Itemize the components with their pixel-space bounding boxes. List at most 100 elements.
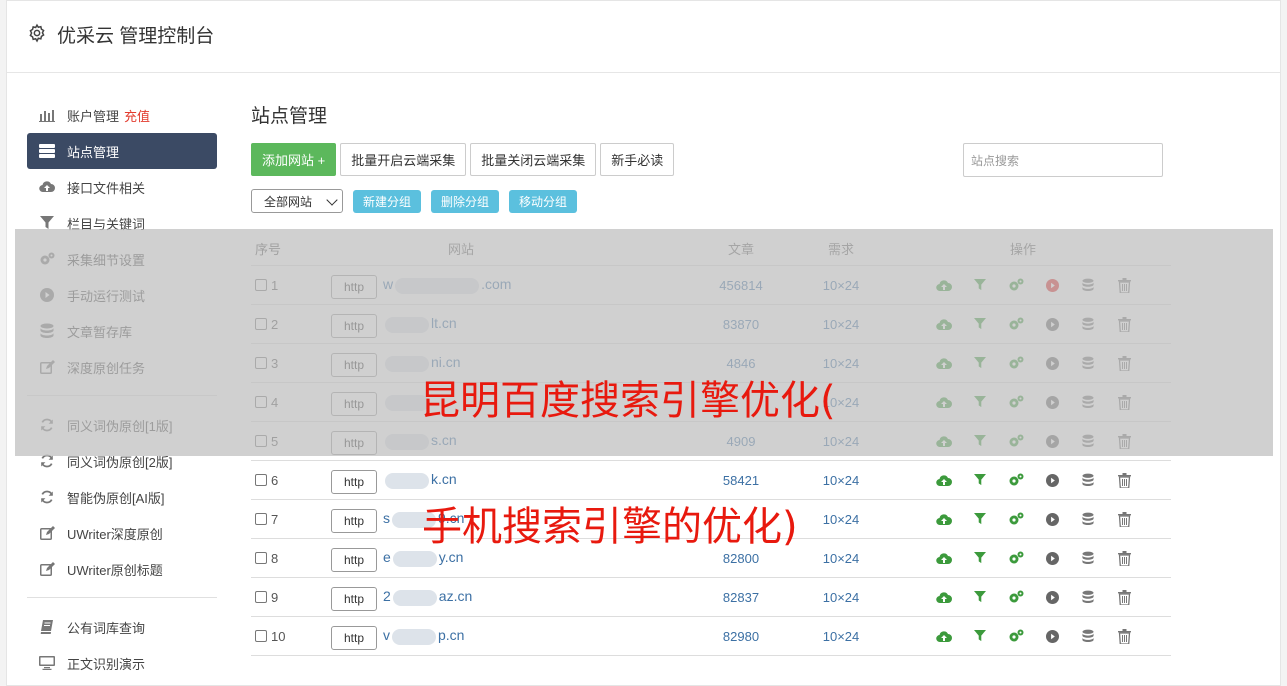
filter-icon[interactable] — [969, 625, 991, 647]
batch-enable-button[interactable]: 批量开启云端采集 — [340, 143, 467, 176]
row-actions — [891, 469, 1171, 491]
cloud-upload-icon[interactable] — [933, 625, 955, 647]
cogs-icon[interactable] — [1005, 469, 1027, 491]
row-index: 9 — [271, 589, 279, 605]
row-checkbox[interactable] — [255, 474, 267, 486]
row-actions — [891, 586, 1171, 608]
trash-icon[interactable] — [1113, 547, 1135, 569]
new-group-button[interactable]: 新建分组 — [353, 189, 422, 213]
delete-group-button[interactable]: 删除分组 — [431, 189, 500, 213]
filter-icon[interactable] — [969, 508, 991, 530]
site-domain-link[interactable]: k.cn — [383, 471, 457, 489]
play-circle-icon[interactable] — [1041, 625, 1063, 647]
row-checkbox[interactable] — [255, 591, 267, 603]
overlay-headline-2: 手机搜索引擎的优化) — [422, 504, 798, 550]
trash-icon[interactable] — [1113, 469, 1135, 491]
article-count[interactable]: 82800 — [691, 551, 791, 566]
sidebar-item[interactable]: 账户管理 充值 — [27, 97, 217, 133]
group-select[interactable]: 全部网站 — [251, 189, 343, 213]
domain-prefix: v — [383, 627, 390, 644]
edit-icon — [39, 561, 55, 577]
site-domain-link[interactable]: v p.cn — [383, 627, 464, 645]
demand-value[interactable]: 10×24 — [791, 551, 891, 566]
article-count[interactable]: 58421 — [691, 473, 791, 488]
redacted-domain — [392, 550, 437, 567]
demand-value[interactable]: 10×24 — [791, 473, 891, 488]
edit-icon — [39, 525, 55, 541]
sidebar-item[interactable]: 公有词库查询 — [27, 609, 217, 645]
site-search-input[interactable]: 站点搜索 — [963, 143, 1163, 177]
trash-icon[interactable] — [1113, 508, 1135, 530]
demand-value[interactable]: 10×24 — [791, 590, 891, 605]
protocol-badge: http — [331, 470, 377, 494]
row-index-cell: 9 — [251, 590, 331, 605]
protocol-badge: http — [331, 626, 377, 650]
server-icon — [39, 143, 55, 159]
site-domain-link[interactable]: 2 az.cn — [383, 588, 473, 606]
guide-button[interactable]: 新手必读 — [600, 143, 675, 176]
row-index-cell: 8 — [251, 551, 331, 566]
sidebar-item-label: 智能伪原创[AI版] — [67, 490, 165, 506]
domain-suffix: az.cn — [438, 588, 473, 605]
filter-icon[interactable] — [969, 547, 991, 569]
recharge-link[interactable]: 充值 — [124, 106, 150, 125]
redacted-domain — [385, 472, 429, 489]
sidebar-item[interactable]: UWriter原创标题 — [27, 551, 217, 587]
cloud-upload-icon[interactable] — [933, 586, 955, 608]
cogs-icon[interactable] — [1005, 586, 1027, 608]
row-checkbox[interactable] — [255, 630, 267, 642]
sidebar-item-label: 正文识别演示 — [67, 656, 146, 672]
database-icon[interactable] — [1077, 586, 1099, 608]
sidebar-item-label: UWriter深度原创 — [67, 526, 163, 542]
domain-suffix: k.cn — [431, 471, 457, 488]
database-icon[interactable] — [1077, 625, 1099, 647]
cogs-icon[interactable] — [1005, 547, 1027, 569]
trash-icon[interactable] — [1113, 625, 1135, 647]
sidebar-item-label: 账户管理 — [67, 108, 120, 124]
demand-value[interactable]: 10×24 — [791, 512, 891, 527]
trash-icon[interactable] — [1113, 586, 1135, 608]
sidebar-item[interactable]: 正文识别演示 — [27, 645, 217, 681]
row-checkbox[interactable] — [255, 552, 267, 564]
protocol-badge: http — [331, 548, 377, 572]
group-select-value: 全部网站 — [264, 194, 313, 209]
sidebar-item-label: 接口文件相关 — [67, 180, 146, 196]
play-circle-icon[interactable] — [1041, 508, 1063, 530]
sidebar-item-label: 公有词库查询 — [67, 620, 146, 636]
sidebar-item[interactable]: UWriter深度原创 — [27, 515, 217, 551]
redacted-domain — [392, 589, 437, 606]
filter-icon[interactable] — [969, 586, 991, 608]
add-site-button[interactable]: 添加网站 + — [251, 143, 337, 176]
play-circle-icon[interactable] — [1041, 586, 1063, 608]
article-count[interactable]: 82980 — [691, 629, 791, 644]
table-row: 9 http 2 az.cn 82837 10×24 — [251, 578, 1171, 617]
book-icon — [39, 619, 55, 635]
row-checkbox[interactable] — [255, 513, 267, 525]
move-group-button[interactable]: 移动分组 — [509, 189, 578, 213]
play-circle-icon[interactable] — [1041, 469, 1063, 491]
cloud-upload-icon[interactable] — [933, 547, 955, 569]
table-row: 10 http v p.cn 82980 10×24 — [251, 617, 1171, 656]
row-site-cell: http 2 az.cn — [331, 583, 691, 611]
database-icon[interactable] — [1077, 469, 1099, 491]
gear-icon — [29, 23, 45, 43]
cogs-icon[interactable] — [1005, 508, 1027, 530]
cogs-icon[interactable] — [1005, 625, 1027, 647]
sidebar-item[interactable]: 站点管理 — [27, 133, 217, 169]
domain-prefix: s — [383, 510, 390, 527]
batch-disable-button[interactable]: 批量关闭云端采集 — [470, 143, 597, 176]
cloud-upload-icon[interactable] — [933, 469, 955, 491]
play-circle-icon[interactable] — [1041, 547, 1063, 569]
sidebar-item-label: 站点管理 — [67, 144, 120, 160]
toolbar: 添加网站 + 批量开启云端采集 批量关闭云端采集 新手必读 — [251, 143, 675, 176]
demand-value[interactable]: 10×24 — [791, 629, 891, 644]
row-index-cell: 6 — [251, 473, 331, 488]
sidebar-item[interactable]: 智能伪原创[AI版] — [27, 479, 217, 515]
database-icon[interactable] — [1077, 547, 1099, 569]
top-bar: 优采云 管理控制台 — [7, 1, 1280, 73]
filter-icon[interactable] — [969, 469, 991, 491]
database-icon[interactable] — [1077, 508, 1099, 530]
sidebar-item[interactable]: 接口文件相关 — [27, 169, 217, 205]
article-count[interactable]: 82837 — [691, 590, 791, 605]
cloud-upload-icon[interactable] — [933, 508, 955, 530]
